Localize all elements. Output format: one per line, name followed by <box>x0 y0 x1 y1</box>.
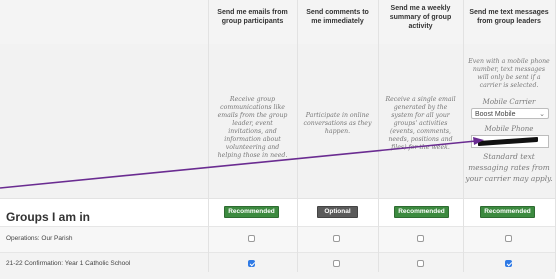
column-emails-from-participants: Send me emails from group participants R… <box>208 0 297 272</box>
redacted-phone-number <box>478 136 538 147</box>
mobile-phone-input[interactable] <box>471 135 549 148</box>
recommended-badge: Recommended <box>224 206 279 218</box>
recommended-badge: Recommended <box>394 206 449 218</box>
column-header: Send me text messages from group leaders <box>469 9 549 25</box>
checkbox-emails[interactable] <box>248 235 255 242</box>
checkbox-text[interactable] <box>505 235 512 242</box>
chevron-down-icon: ⌄ <box>539 111 545 118</box>
column-header: Send me emails from group participants <box>217 9 288 25</box>
carrier-selected-value: Boost Mobile <box>475 111 516 118</box>
mobile-carrier-select[interactable]: Boost Mobile ⌄ <box>471 108 549 119</box>
group-name: Operations: Our Parish <box>6 235 73 242</box>
phone-label: Mobile Phone <box>484 125 534 133</box>
column-description: Participate in online conversations as t… <box>303 112 372 135</box>
column-weekly-summary: Send me a weekly summary of group activi… <box>378 0 463 272</box>
sms-intro-text: Even with a mobile phone number, text me… <box>468 58 550 89</box>
recommended-badge: Recommended <box>480 206 535 218</box>
sms-rates-note: Standard text messaging rates from your … <box>465 152 553 183</box>
checkbox-weekly[interactable] <box>417 235 424 242</box>
column-comments-immediately: Send comments to me immediately Particip… <box>297 0 378 272</box>
checkbox-emails[interactable] <box>248 260 255 267</box>
carrier-label: Mobile Carrier <box>482 98 536 106</box>
checkbox-comments[interactable] <box>333 235 340 242</box>
optional-badge: Optional <box>317 206 358 218</box>
column-header: Send comments to me immediately <box>306 9 369 25</box>
checkbox-comments[interactable] <box>333 260 340 267</box>
group-name: 21-22 Confirmation: Year 1 Catholic Scho… <box>6 260 131 267</box>
column-description: Receive a single email generated by the … <box>385 96 456 151</box>
checkbox-weekly[interactable] <box>417 260 424 267</box>
checkbox-text[interactable] <box>505 260 512 267</box>
column-divider <box>555 0 556 272</box>
column-header: Send me a weekly summary of group activi… <box>389 5 452 30</box>
column-description: Receive group communications like emails… <box>217 96 288 159</box>
notification-settings-page: Send me emails from group participants R… <box>0 0 559 279</box>
groups-heading: Groups I am in <box>6 210 91 224</box>
column-text-messages: Send me text messages from group leaders… <box>463 0 555 272</box>
